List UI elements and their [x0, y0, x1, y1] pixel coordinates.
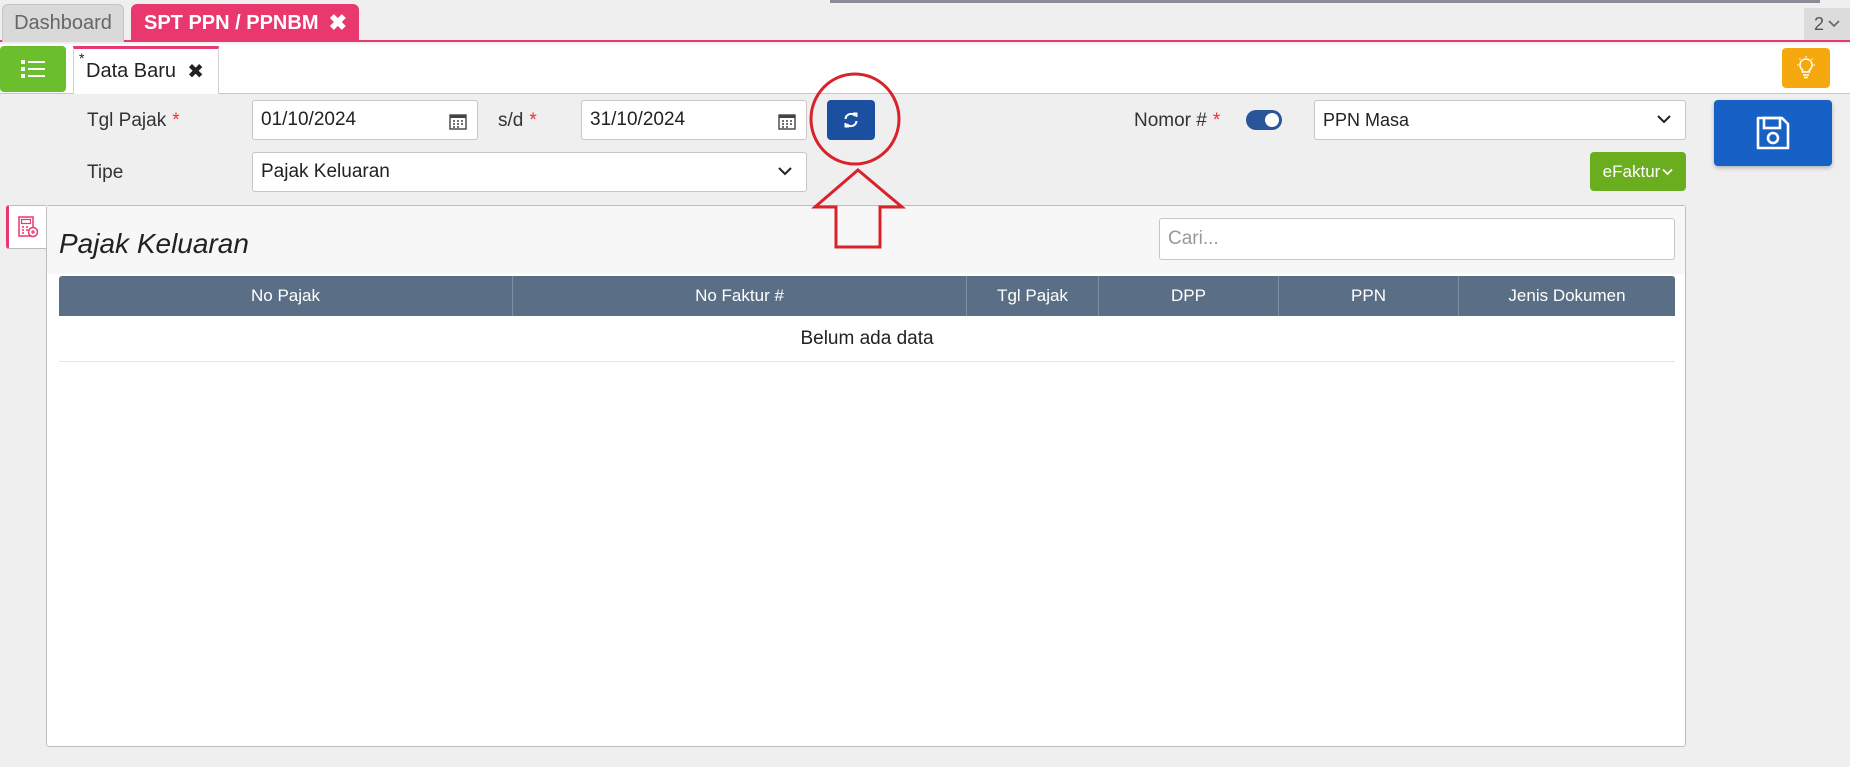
document-tab-bar: * Data Baru ✖ — [0, 44, 1850, 94]
table-header: No Pajak No Faktur # Tgl Pajak DPP PPN J… — [59, 276, 1675, 316]
list-icon — [21, 60, 45, 78]
tab-spt-ppn-label: SPT PPN / PPNBM — [144, 11, 319, 34]
sd-label: s/d * — [498, 110, 537, 132]
floppy-disk-icon — [1756, 116, 1790, 150]
column-header-tgl-pajak[interactable]: Tgl Pajak — [967, 276, 1099, 316]
tab-count-dropdown[interactable]: 2 — [1804, 8, 1850, 40]
date-from-value: 01/10/2024 — [261, 109, 357, 130]
empty-table-message: Belum ada data — [59, 316, 1675, 362]
required-marker: * — [172, 110, 180, 131]
refresh-icon — [844, 112, 858, 128]
tgl-pajak-label: Tgl Pajak * — [87, 110, 180, 132]
chevron-down-icon — [1662, 168, 1673, 175]
chevron-down-icon — [1657, 115, 1671, 124]
efaktur-dropdown-button[interactable]: eFaktur — [1590, 152, 1686, 191]
chevron-down-icon — [1828, 20, 1840, 28]
nomor-select[interactable]: PPN Masa — [1314, 100, 1686, 140]
pajak-keluaran-panel: Pajak Keluaran Cari... No Pajak No Faktu… — [46, 205, 1686, 747]
panel-title: Pajak Keluaran — [59, 228, 249, 259]
tab-dashboard[interactable]: Dashboard — [2, 4, 124, 42]
date-from-input[interactable]: 01/10/2024 — [252, 100, 478, 140]
required-marker: * — [529, 110, 537, 131]
refresh-button[interactable] — [827, 100, 875, 140]
calendar-icon[interactable] — [778, 112, 796, 130]
column-header-dpp[interactable]: DPP — [1099, 276, 1279, 316]
column-header-jenis-dokumen[interactable]: Jenis Dokumen — [1459, 276, 1675, 316]
calendar-icon[interactable] — [449, 112, 467, 130]
tipe-select[interactable]: Pajak Keluaran — [252, 152, 807, 192]
search-placeholder: Cari... — [1168, 228, 1219, 249]
sd-label-text: s/d — [498, 110, 524, 131]
lightbulb-icon — [1797, 56, 1815, 79]
tab-spt-ppn[interactable]: SPT PPN / PPNBM ✖ — [131, 4, 359, 42]
efaktur-label: eFaktur — [1602, 161, 1661, 181]
nomor-label: Nomor # * — [1134, 110, 1220, 132]
calculator-document-icon — [17, 216, 38, 238]
column-header-no-pajak[interactable]: No Pajak — [59, 276, 513, 316]
column-header-no-faktur[interactable]: No Faktur # — [513, 276, 967, 316]
modified-marker: * — [79, 50, 85, 66]
tgl-pajak-label-text: Tgl Pajak — [87, 110, 167, 131]
top-tab-bar: Dashboard SPT PPN / PPNBM ✖ 2 — [0, 0, 1850, 42]
menu-button[interactable] — [0, 46, 66, 92]
side-tab-pajak-keluaran[interactable] — [6, 205, 46, 249]
tab-data-baru[interactable]: * Data Baru ✖ — [73, 46, 219, 94]
date-to-input[interactable]: 31/10/2024 — [581, 100, 807, 140]
nomor-select-value: PPN Masa — [1323, 109, 1410, 130]
chevron-down-icon — [778, 167, 792, 176]
search-input[interactable]: Cari... — [1159, 218, 1675, 260]
empty-text: Belum ada data — [800, 327, 934, 349]
date-to-value: 31/10/2024 — [590, 109, 686, 130]
column-header-ppn[interactable]: PPN — [1279, 276, 1459, 316]
close-icon[interactable]: ✖ — [187, 59, 204, 84]
required-marker: * — [1212, 110, 1221, 131]
tipe-select-value: Pajak Keluaran — [261, 161, 390, 182]
tab-count-value: 2 — [1813, 13, 1824, 34]
nomor-label-text: Nomor # — [1134, 110, 1207, 131]
tab-data-baru-label: Data Baru — [86, 60, 177, 82]
panel-header: Pajak Keluaran Cari... — [47, 206, 1685, 274]
tipe-label-text: Tipe — [87, 162, 124, 183]
save-button[interactable] — [1714, 100, 1832, 166]
background-decoration — [600, 0, 1820, 3]
nomor-toggle[interactable] — [1246, 110, 1282, 130]
tipe-label: Tipe — [87, 162, 123, 184]
tips-button[interactable] — [1782, 48, 1830, 88]
close-icon[interactable]: ✖ — [329, 10, 347, 36]
tab-dashboard-label: Dashboard — [14, 12, 112, 34]
